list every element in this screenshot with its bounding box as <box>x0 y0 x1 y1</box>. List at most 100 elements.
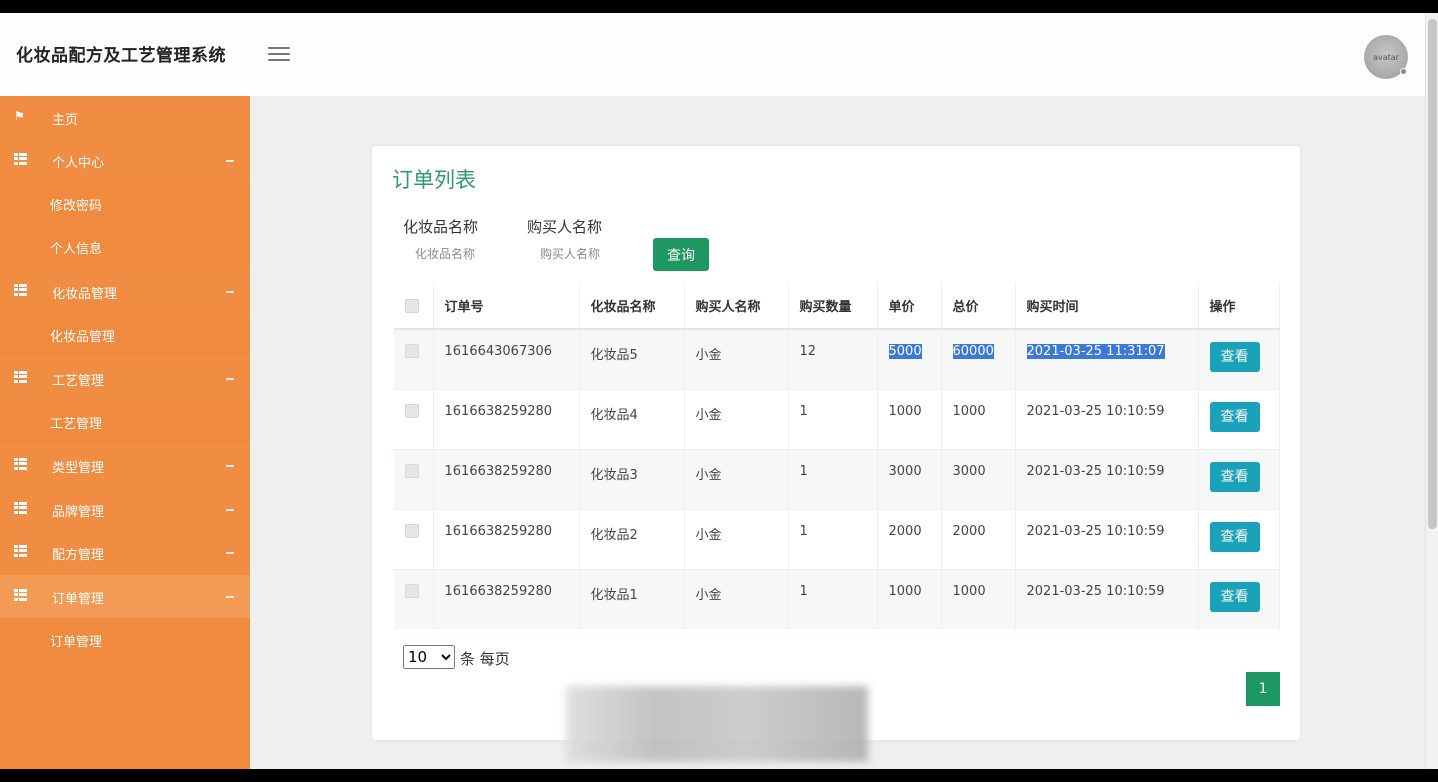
page-button-1[interactable]: 1 <box>1246 672 1280 706</box>
row-select-cell <box>394 328 434 389</box>
sidebar-item-label: 工艺管理 <box>52 374 105 389</box>
buyer-name-label: 购买人名称 <box>527 218 603 236</box>
row-select-cell <box>394 568 434 629</box>
buyer-name-input[interactable] <box>528 240 638 268</box>
table-row: 1616638259280 化妆品2 小金 1 2000 2000 2021-0… <box>394 508 1280 569</box>
grid-icon <box>14 458 28 470</box>
grid-icon <box>14 545 28 557</box>
row-checkbox[interactable] <box>405 463 419 478</box>
qty-cell: 12 <box>788 328 878 389</box>
status-dot-icon <box>1400 68 1407 75</box>
flag-icon: ⚑ <box>14 109 25 123</box>
price-cell: 1000 <box>877 568 942 629</box>
qty-cell: 1 <box>788 568 878 629</box>
col-header[interactable]: 订单号 <box>433 283 580 330</box>
time-cell: 2021-03-25 10:10:59 <box>1015 388 1199 449</box>
grid-icon <box>14 589 28 601</box>
menu-toggle-icon[interactable] <box>268 47 290 63</box>
app-screen: 化妆品配方及工艺管理系统 avatar ⚑ 主页 个人中心 修改密码 个人信息 … <box>0 13 1438 769</box>
page-scrollbar[interactable] <box>1425 13 1438 769</box>
sidebar-item-change-password[interactable]: 修改密码 <box>0 182 250 225</box>
sidebar-item-brand-management[interactable]: 品牌管理 <box>0 488 250 531</box>
action-cell: 查看 <box>1198 508 1280 569</box>
sidebar-item-cosmetics-management-sub[interactable]: 化妆品管理 <box>0 313 250 356</box>
row-checkbox[interactable] <box>405 523 419 538</box>
action-cell: 查看 <box>1198 568 1280 629</box>
sidebar-item-label: 品牌管理 <box>52 505 105 520</box>
buyer-cell: 小金 <box>684 388 789 449</box>
order-no-cell: 1616638259280 <box>433 388 580 449</box>
time-cell: 2021-03-25 10:10:59 <box>1015 448 1199 509</box>
sidebar-item-process-management[interactable]: 工艺管理 <box>0 357 250 400</box>
total-cell: 3000 <box>941 448 1016 509</box>
action-cell: 查看 <box>1198 448 1280 509</box>
price-cell: 3000 <box>877 448 942 509</box>
sidebar-item-process-management-sub[interactable]: 工艺管理 <box>0 400 250 443</box>
row-checkbox[interactable] <box>405 344 419 358</box>
sidebar-item-home[interactable]: ⚑ 主页 <box>0 96 250 139</box>
view-button[interactable]: 查看 <box>1209 342 1260 372</box>
table-row: 1616638259280 化妆品3 小金 1 3000 3000 2021-0… <box>394 448 1280 509</box>
sidebar-item-cosmetics-management[interactable]: 化妆品管理 <box>0 270 250 313</box>
sidebar-item-personal-info[interactable]: 个人信息 <box>0 225 250 268</box>
select-all-cell <box>394 283 434 330</box>
grid-icon <box>14 284 28 296</box>
sidebar-item-type-management[interactable]: 类型管理 <box>0 444 250 487</box>
collapse-icon <box>226 291 234 293</box>
qty-cell: 1 <box>788 508 878 569</box>
buyer-cell: 小金 <box>684 328 789 389</box>
col-header[interactable]: 单价 <box>877 283 942 330</box>
query-button[interactable]: 查询 <box>653 238 709 271</box>
scrollbar-thumb[interactable] <box>1428 19 1437 529</box>
sidebar-item-personal-center[interactable]: 个人中心 <box>0 139 250 182</box>
sidebar-item-order-management[interactable]: 订单管理 <box>0 575 250 618</box>
sidebar-item-label: 类型管理 <box>52 461 105 476</box>
collapse-icon <box>226 378 234 380</box>
sidebar-item-label: 订单管理 <box>52 592 105 607</box>
app-title: 化妆品配方及工艺管理系统 <box>16 46 226 66</box>
total-cell: 1000 <box>941 568 1016 629</box>
sidebar-item-formula-management[interactable]: 配方管理 <box>0 531 250 574</box>
row-select-cell <box>394 508 434 569</box>
table-header-row: 订单号 化妆品名称 购买人名称 购买数量 单价 总价 购买时间 操作 <box>394 283 1280 330</box>
buyer-cell: 小金 <box>684 448 789 509</box>
collapse-icon <box>226 160 234 162</box>
grid-icon <box>14 153 28 165</box>
view-button[interactable]: 查看 <box>1209 581 1260 612</box>
sidebar: ⚑ 主页 个人中心 修改密码 个人信息 化妆品管理 化妆品管理 工艺管理 工艺管 <box>0 96 250 769</box>
col-header[interactable]: 购买时间 <box>1015 283 1199 330</box>
grid-icon <box>14 371 28 383</box>
sidebar-item-label: 化妆品管理 <box>50 330 116 345</box>
time-cell: 2021-03-25 10:10:59 <box>1015 568 1199 629</box>
row-checkbox[interactable] <box>405 403 419 418</box>
buyer-cell: 小金 <box>684 568 789 629</box>
sidebar-item-label: 主页 <box>52 113 79 128</box>
qty-cell: 1 <box>788 448 878 509</box>
blurred-overlay <box>566 686 868 762</box>
order-list-card: 订单列表 化妆品名称 购买人名称 查询 订单号 化妆品名称 购买人名称 购买数量… <box>372 146 1300 740</box>
sidebar-item-label: 工艺管理 <box>50 417 103 432</box>
col-header[interactable]: 购买人名称 <box>684 283 789 330</box>
col-header[interactable]: 化妆品名称 <box>579 283 685 330</box>
select-all-checkbox[interactable] <box>405 298 419 313</box>
view-button[interactable]: 查看 <box>1209 461 1260 492</box>
view-button[interactable]: 查看 <box>1209 401 1260 432</box>
total-cell: 1000 <box>941 388 1016 449</box>
top-bar: 化妆品配方及工艺管理系统 avatar <box>0 13 1425 96</box>
total-value: 60000 <box>952 344 994 359</box>
grid-icon <box>14 502 28 514</box>
view-button[interactable]: 查看 <box>1209 521 1260 552</box>
expand-icon <box>226 552 234 554</box>
sidebar-item-order-management-sub[interactable]: 订单管理 <box>0 618 250 661</box>
product-cell: 化妆品5 <box>579 328 685 389</box>
row-checkbox[interactable] <box>405 583 419 598</box>
col-header[interactable]: 总价 <box>941 283 1016 330</box>
col-header[interactable]: 购买数量 <box>788 283 878 330</box>
product-name-label: 化妆品名称 <box>403 218 479 236</box>
time-value: 2021-03-25 11:31:07 <box>1026 344 1165 359</box>
row-select-cell <box>394 388 434 449</box>
total-cell: 2000 <box>941 508 1016 569</box>
product-name-input[interactable] <box>403 240 513 268</box>
page-size-select[interactable]: 10 <box>403 645 455 669</box>
sidebar-item-label: 配方管理 <box>52 548 105 563</box>
